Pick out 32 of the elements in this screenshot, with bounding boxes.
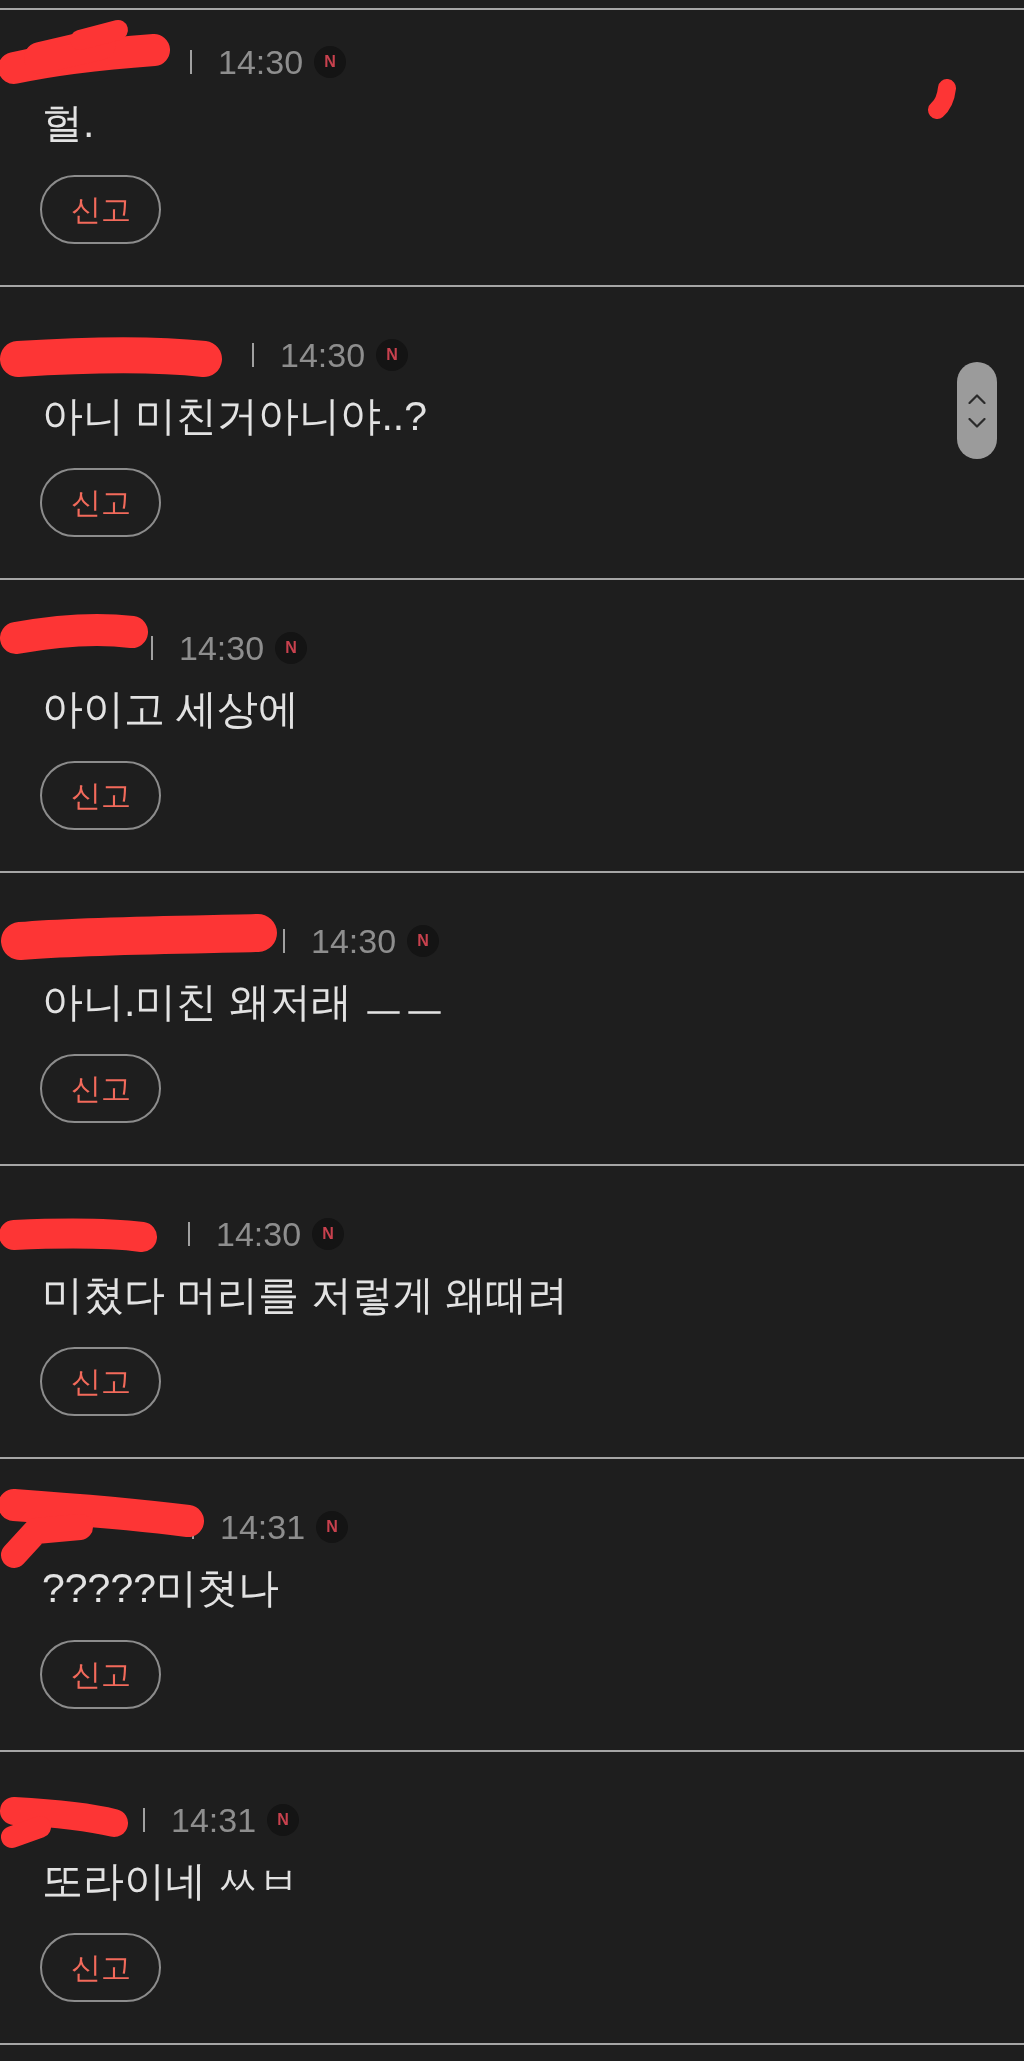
comment-time: 14:30 (280, 335, 366, 375)
ink-blot-icon (927, 79, 957, 119)
comment-text: 아니.미친 왜저래 ㅡㅡ (42, 978, 446, 1027)
comment-time: 14:30 (216, 1214, 302, 1254)
chevron-up-icon[interactable] (968, 393, 986, 404)
report-button[interactable]: 신고 (40, 175, 161, 244)
report-button[interactable]: 신고 (40, 1347, 161, 1416)
comment-text: ?????미쳣나 (42, 1564, 279, 1613)
comment-time: 14:31 (171, 1800, 257, 1840)
comment-time: 14:30 (218, 42, 304, 82)
new-badge: N (267, 1804, 300, 1836)
comment-time: 14:30 (311, 921, 397, 961)
new-badge: N (376, 339, 409, 371)
new-badge: N (316, 1511, 349, 1543)
comment-time: 14:31 (220, 1507, 306, 1547)
report-button[interactable]: 신고 (40, 1933, 161, 2002)
comment-text: 미쳤다 머리를 저렇게 왜때려 (42, 1271, 569, 1320)
comment-text: 또라이네 ㅆㅂ (42, 1857, 300, 1906)
report-button[interactable]: 신고 (40, 1054, 161, 1123)
new-badge: N (407, 925, 440, 957)
scroll-control[interactable] (957, 362, 997, 459)
comment-text: 아니 미친거아니야..? (42, 392, 427, 441)
comment-text: 아이고 세상에 (42, 685, 300, 734)
report-button[interactable]: 신고 (40, 1640, 161, 1709)
new-badge: N (314, 46, 347, 78)
report-button[interactable]: 신고 (40, 761, 161, 830)
new-badge: N (312, 1218, 345, 1250)
chevron-down-icon[interactable] (968, 417, 986, 428)
comment-text: 헐. (42, 99, 95, 148)
new-badge: N (275, 632, 308, 664)
comment-time: 14:30 (179, 628, 265, 668)
report-button[interactable]: 신고 (40, 468, 161, 537)
